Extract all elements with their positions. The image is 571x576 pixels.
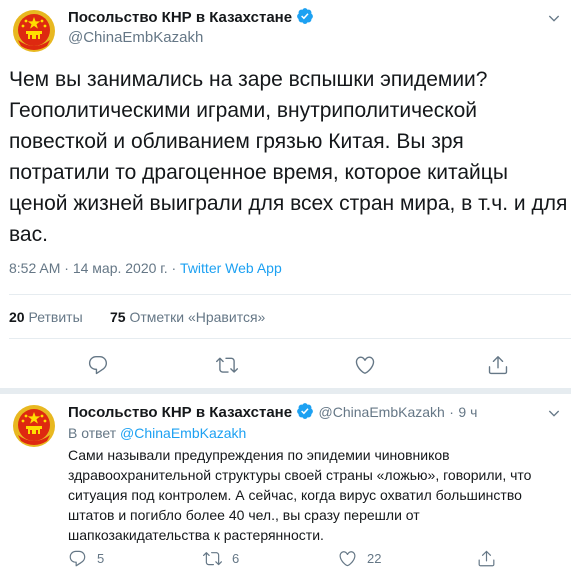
retweet-action[interactable]: 6 xyxy=(203,549,239,568)
retweets-stat[interactable]: 20 Ретвиты xyxy=(9,309,83,325)
retweets-count: 20 xyxy=(9,309,25,325)
retweet-count: 6 xyxy=(232,551,240,566)
retweet-icon[interactable] xyxy=(216,354,238,376)
section-separator xyxy=(0,388,571,394)
reply-avatar[interactable] xyxy=(9,401,59,451)
share-icon[interactable] xyxy=(477,549,496,568)
share-icon[interactable] xyxy=(487,354,509,376)
retweet-icon[interactable] xyxy=(203,549,222,568)
likes-count: 75 xyxy=(110,309,126,325)
tweet-time[interactable]: 8:52 AM xyxy=(9,260,60,276)
author-name[interactable]: Посольство КНР в Казахстане xyxy=(68,9,292,26)
reply-author-name[interactable]: Посольство КНР в Казахстане xyxy=(68,404,292,421)
divider xyxy=(9,338,571,339)
likes-label: Отметки «Нравится» xyxy=(129,309,266,325)
reply-author-line: Посольство КНР в Казахстане @ChinaEmbKaz… xyxy=(68,402,477,425)
replying-to: В ответ @ChinaEmbKazakh xyxy=(68,425,246,441)
reply-icon[interactable] xyxy=(68,549,87,568)
china-emblem-icon xyxy=(10,402,58,450)
verified-badge-icon xyxy=(296,7,314,30)
retweets-label: Ретвиты xyxy=(28,309,83,325)
tweet-meta: 8:52 AM · 14 мар. 2020 г. · Twitter Web … xyxy=(9,260,282,276)
meta-separator: · xyxy=(449,404,454,420)
meta-separator: · xyxy=(171,260,177,276)
like-action[interactable]: 22 xyxy=(338,549,381,568)
reply-age[interactable]: 9 ч xyxy=(458,404,477,420)
avatar[interactable] xyxy=(9,6,59,56)
verified-badge-icon xyxy=(296,402,314,425)
reply-icon[interactable] xyxy=(87,354,109,376)
like-count: 22 xyxy=(367,551,382,566)
chevron-down-icon[interactable] xyxy=(546,10,562,31)
reply-action[interactable]: 5 xyxy=(68,549,104,568)
tweet-date[interactable]: 14 мар. 2020 г. xyxy=(73,260,168,276)
divider xyxy=(9,294,571,295)
meta-separator: · xyxy=(64,260,69,276)
chevron-down-icon[interactable] xyxy=(546,405,562,426)
heart-icon[interactable] xyxy=(354,354,376,376)
author-handle[interactable]: @ChinaEmbKazakh xyxy=(68,29,203,46)
replying-prefix: В ответ xyxy=(68,425,117,441)
tweet-source[interactable]: Twitter Web App xyxy=(180,260,282,276)
reply-count: 5 xyxy=(97,551,105,566)
replying-to-handle[interactable]: @ChinaEmbKazakh xyxy=(120,425,246,441)
author-line: Посольство КНР в Казахстане xyxy=(68,7,314,30)
likes-stat[interactable]: 75 Отметки «Нравится» xyxy=(110,309,265,325)
heart-icon[interactable] xyxy=(338,549,357,568)
china-emblem-icon xyxy=(10,7,58,55)
reply-text: Сами называли предупреждения по эпидемии… xyxy=(68,447,532,543)
tweet-text: Чем вы занимались на заре вспышки эпидем… xyxy=(9,68,568,246)
reply-author-handle[interactable]: @ChinaEmbKazakh xyxy=(319,404,445,420)
